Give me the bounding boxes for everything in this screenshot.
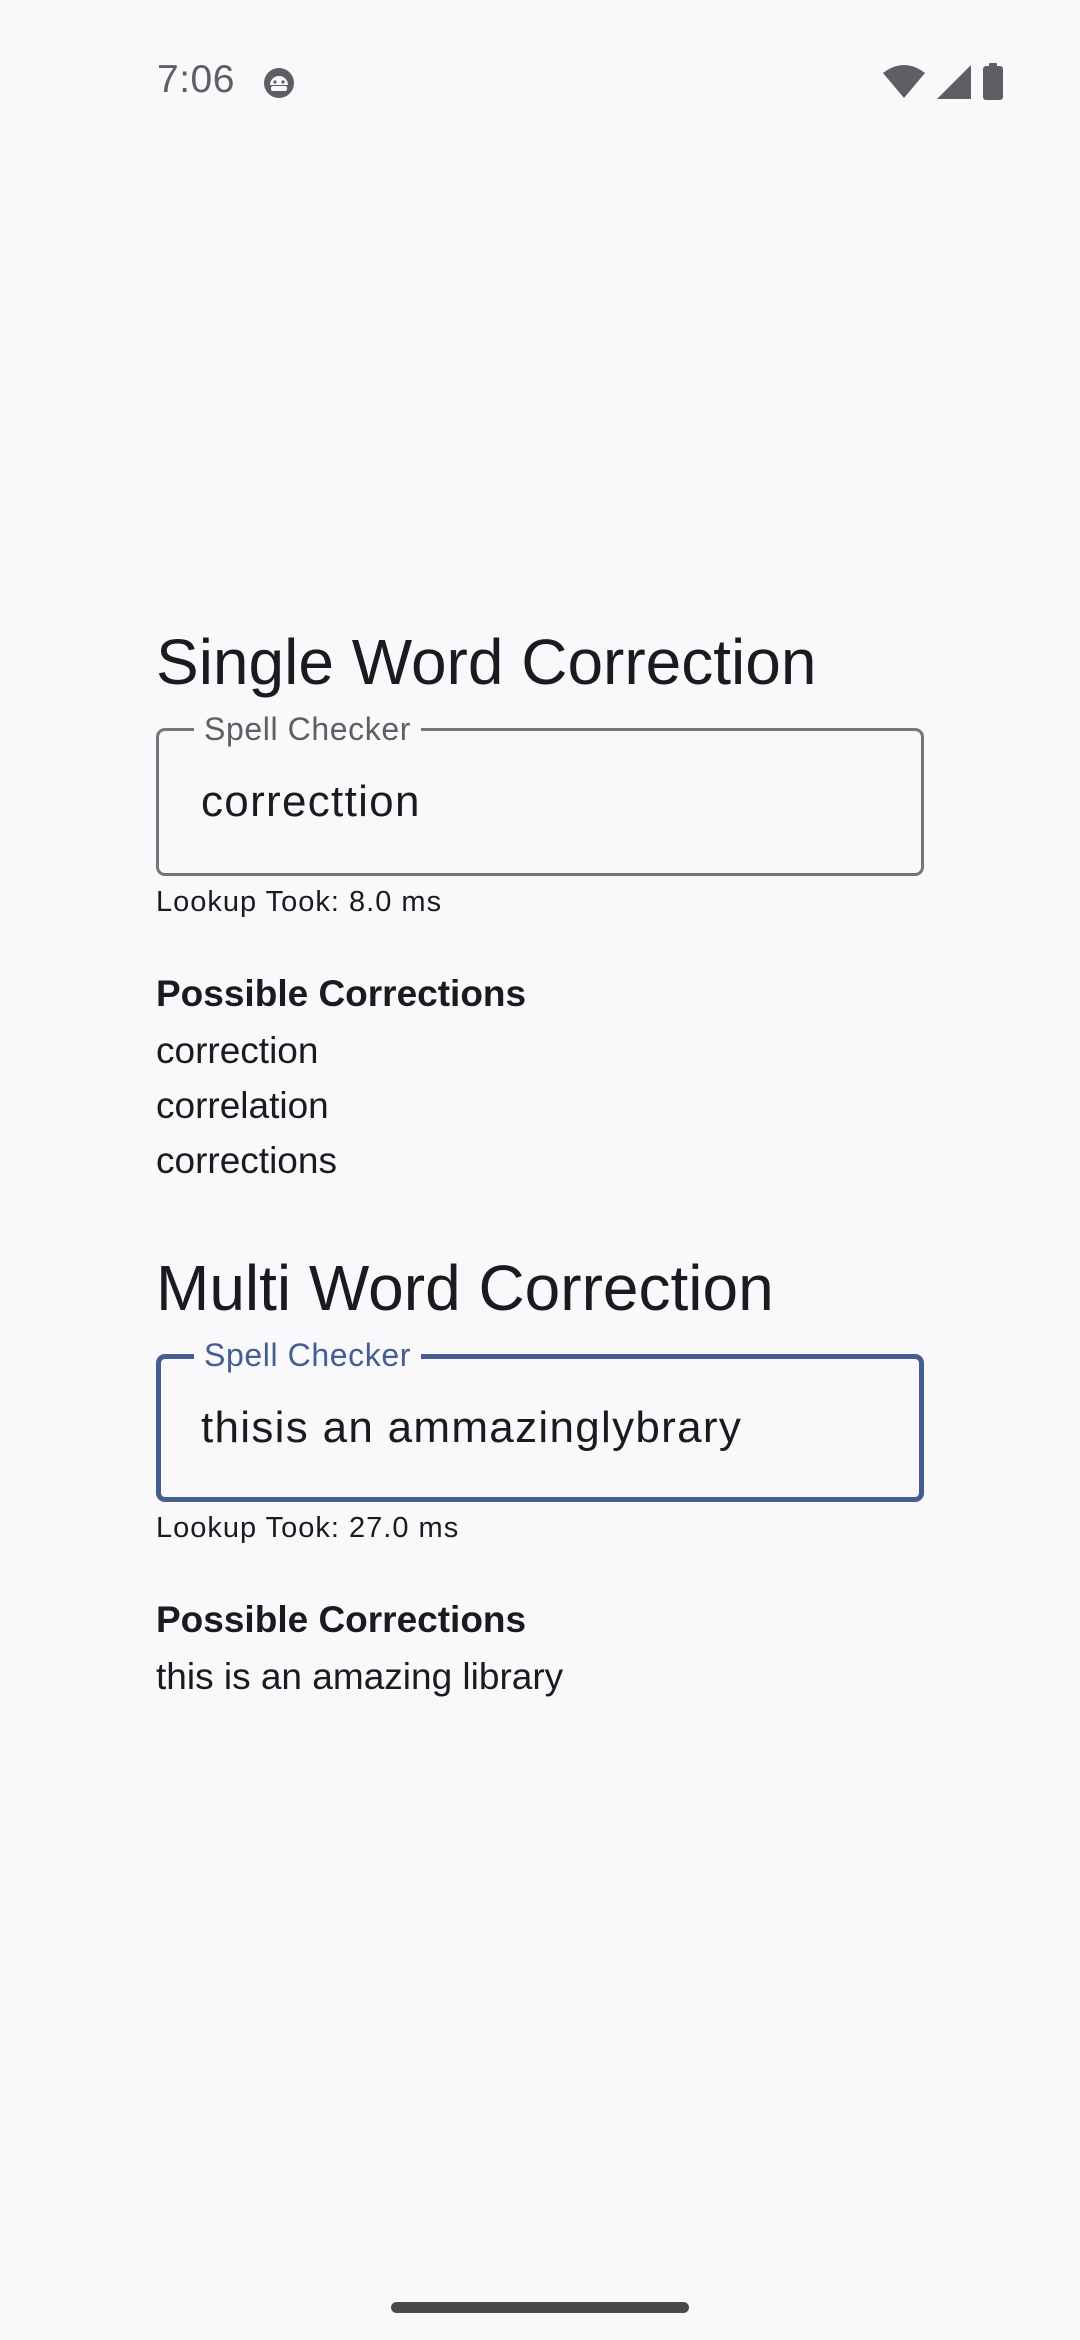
correction-item: correlation bbox=[156, 1085, 329, 1126]
multi-word-lookup-time: Lookup Took: 27.0 ms bbox=[156, 1512, 460, 1544]
app-screen: 7:06 Single Word Correction Spell Checke… bbox=[0, 0, 1080, 2340]
status-bar: 7:06 bbox=[0, 0, 1080, 168]
single-word-corrections-title: Possible Corrections bbox=[156, 973, 527, 1014]
single-word-corrections-list: correction correlation corrections bbox=[156, 1023, 926, 1188]
multi-word-section: Multi Word Correction Spell Checker Look… bbox=[156, 1246, 926, 1704]
multi-word-field[interactable]: Spell Checker bbox=[156, 1335, 924, 1502]
cellular-signal-icon bbox=[937, 65, 971, 99]
multi-word-corrections-list: this is an amazing library bbox=[156, 1649, 926, 1704]
main-content: Single Word Correction Spell Checker Loo… bbox=[156, 620, 926, 1704]
correction-item: corrections bbox=[156, 1140, 337, 1181]
correction-item: correction bbox=[156, 1030, 319, 1071]
status-time: 7:06 bbox=[157, 58, 235, 101]
multi-word-input[interactable] bbox=[201, 1359, 889, 1497]
single-word-section: Single Word Correction Spell Checker Loo… bbox=[156, 620, 926, 1188]
status-icons bbox=[882, 62, 1004, 102]
battery-icon bbox=[983, 63, 1003, 100]
single-word-lookup-time: Lookup Took: 8.0 ms bbox=[156, 886, 443, 918]
multi-word-corrections-title: Possible Corrections bbox=[156, 1599, 527, 1640]
correction-item: this is an amazing library bbox=[156, 1656, 564, 1697]
android-head-icon bbox=[264, 68, 294, 98]
multi-word-title: Multi Word Correction bbox=[156, 1252, 774, 1324]
wifi-icon bbox=[883, 65, 925, 98]
single-word-input[interactable] bbox=[201, 731, 891, 873]
single-word-title: Single Word Correction bbox=[156, 626, 817, 698]
gesture-navigation-bar[interactable] bbox=[391, 2302, 689, 2313]
single-word-field[interactable]: Spell Checker bbox=[156, 709, 924, 876]
